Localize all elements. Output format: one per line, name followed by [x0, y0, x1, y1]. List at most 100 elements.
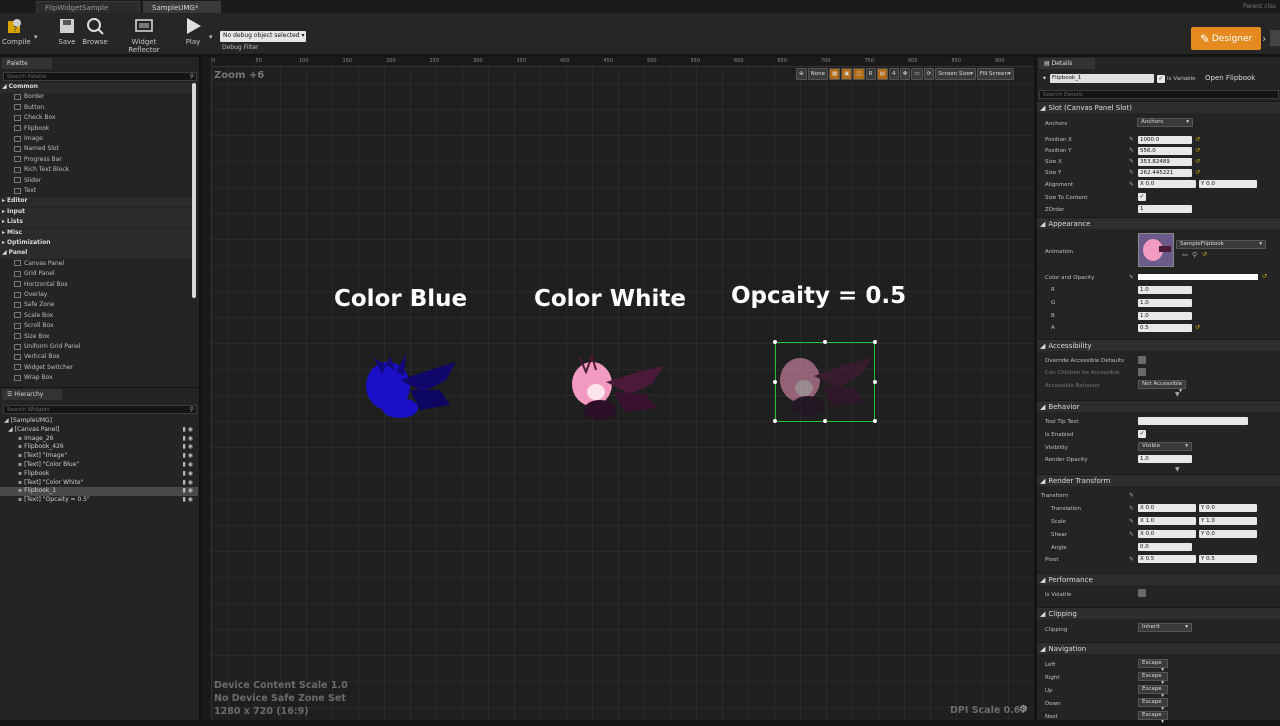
browse-icon[interactable]: ⚲	[1192, 251, 1197, 259]
hierarchy-item[interactable]: ◢ [Canvas Panel] ▮◉	[0, 426, 198, 435]
respect-locks-button[interactable]: R	[865, 68, 876, 80]
is-variable-checkbox[interactable]: ✓	[1157, 75, 1165, 83]
text-color-white[interactable]: Color White	[534, 286, 686, 312]
palette-search-input[interactable]: Search Palette ⚲	[3, 72, 197, 81]
hierarchy-item[interactable]: ▪ Image_26 ▮◉	[0, 435, 198, 444]
resize-handle[interactable]	[773, 419, 777, 423]
lock-eye-icons[interactable]: ▮◉	[182, 470, 195, 477]
pin-icon[interactable]: ✎	[1129, 181, 1134, 188]
visibility-dropdown[interactable]: Visible ▾	[1138, 442, 1192, 451]
lock-eye-icons[interactable]: ▮◉	[182, 435, 195, 442]
tooltip-field[interactable]	[1138, 417, 1248, 425]
browse-button[interactable]: Browse	[82, 15, 108, 46]
palette-item-horizontal-box[interactable]: Horizontal Box	[0, 281, 195, 291]
reset-icon[interactable]: ↺	[1195, 158, 1200, 165]
pin-icon[interactable]: ✎	[1129, 158, 1134, 165]
grid-size-button[interactable]: 4	[888, 68, 899, 80]
gear-icon[interactable]: ⚙	[1019, 704, 1028, 715]
lock-eye-icons[interactable]: ▮◉	[182, 461, 195, 468]
hierarchy-item[interactable]: ▪ Flipbook_426 ▮◉	[0, 443, 198, 452]
debug-object-dropdown[interactable]: No debug object selected ▾	[220, 31, 306, 42]
selection-box[interactable]	[773, 340, 877, 423]
resize-handle[interactable]	[773, 380, 777, 384]
is-volatile-checkbox[interactable]	[1138, 589, 1146, 597]
section-slot[interactable]: ◢ Slot (Canvas Panel Slot)	[1037, 101, 1280, 113]
children-accessible-checkbox[interactable]	[1138, 368, 1146, 376]
section-behavior[interactable]: ◢ Behavior	[1037, 400, 1280, 412]
alignment-y-field[interactable]: Y 0.0	[1199, 180, 1257, 188]
expand-more-icon[interactable]: ▼	[1175, 391, 1180, 398]
arrow-left-icon[interactable]: ⇦	[1182, 251, 1188, 259]
size-to-content-checkbox[interactable]: ✓	[1138, 193, 1146, 201]
tab-sampleumg[interactable]: SampleUMG*	[143, 1, 221, 13]
palette-item-check-box[interactable]: Check Box	[0, 114, 195, 124]
reset-icon[interactable]: ↺	[1195, 136, 1200, 143]
override-accessible-checkbox[interactable]	[1138, 356, 1146, 364]
hierarchy-search-input[interactable]: Search Widgets ⚲	[3, 405, 197, 414]
field-b[interactable]: 1.0	[1138, 312, 1192, 320]
field-size_x[interactable]: 353.82489	[1138, 158, 1192, 166]
hierarchy-item[interactable]: ◢ [SampleUMG]	[0, 417, 198, 426]
lock-eye-icons[interactable]: ▮◉	[182, 452, 195, 459]
lock-icon[interactable]: ▣	[841, 68, 853, 80]
reset-icon[interactable]: ↺	[1195, 169, 1200, 176]
alignment-x-field[interactable]: X 0.0	[1138, 180, 1196, 188]
reset-icon[interactable]: ↺	[1202, 251, 1207, 258]
palette-item-rich-text-block[interactable]: Rich Text Block	[0, 166, 195, 176]
hierarchy-item[interactable]: ▪ Flipbook_1 ▮◉	[0, 487, 198, 497]
palette-item-widget-switcher[interactable]: Widget Switcher	[0, 364, 195, 374]
section-navigation[interactable]: ◢ Navigation	[1037, 642, 1280, 654]
zoom-to-fit-icon[interactable]: ✥	[899, 68, 911, 80]
pin-icon[interactable]: ✎	[1129, 274, 1134, 281]
is-enabled-checkbox[interactable]: ✓	[1138, 430, 1146, 438]
fill-screen-dropdown[interactable]: Fill Screen ▾	[976, 68, 1014, 80]
clipping-dropdown[interactable]: Inherit ▾	[1138, 623, 1192, 632]
resize-handle[interactable]	[873, 380, 877, 384]
widget-name-input[interactable]: Flipbook_1	[1050, 74, 1154, 83]
pin-icon[interactable]: ✎	[1129, 492, 1134, 499]
palette-tab[interactable]: Palette	[2, 58, 52, 69]
pin-icon[interactable]: ✎	[1129, 531, 1134, 538]
reset-icon[interactable]: ↺	[1262, 273, 1267, 280]
palette-item-overlay[interactable]: Overlay	[0, 291, 195, 301]
angle-field[interactable]: 0.0	[1138, 543, 1192, 551]
pin-icon[interactable]: ✎	[1129, 505, 1134, 512]
nav-left-dropdown[interactable]: Escape ▾	[1138, 659, 1168, 673]
text-opacity[interactable]: Opcaity = 0.5	[731, 283, 906, 309]
nav-up-dropdown[interactable]: Escape ▾	[1138, 685, 1168, 699]
palette-item-image[interactable]: Image	[0, 135, 195, 145]
field-pos_y[interactable]: 556.0	[1138, 147, 1192, 155]
palette-item-button[interactable]: Button	[0, 104, 195, 114]
resize-handle[interactable]	[873, 340, 877, 344]
palette-category-optimization[interactable]: ▸ Optimization	[0, 239, 195, 249]
expand-more-icon[interactable]: ▼	[1175, 466, 1180, 473]
field-size_y[interactable]: 262.445221	[1138, 169, 1192, 177]
section-render-transform[interactable]: ◢ Render Transform	[1037, 474, 1280, 486]
hierarchy-item[interactable]: ▪ [Text] "Image" ▮◉	[0, 452, 198, 461]
shear-y-field[interactable]: Y 0.0	[1199, 530, 1257, 538]
palette-category-panel[interactable]: ◢ Panel	[0, 249, 195, 260]
widget-reflector-button[interactable]: Widget Reflector	[118, 15, 170, 54]
lock-eye-icons[interactable]: ▮◉	[182, 496, 195, 503]
pivot-y-field[interactable]: Y 0.5	[1199, 555, 1257, 563]
field-pos_x[interactable]: 1000.0	[1138, 136, 1192, 144]
lock-eye-icons[interactable]: ▮◉	[182, 443, 195, 450]
shear-x-field[interactable]: X 0.0	[1138, 530, 1196, 538]
flipbook-white[interactable]	[566, 352, 670, 428]
palette-scrollbar[interactable]	[192, 83, 196, 298]
translation-x-field[interactable]: X 0.0	[1138, 504, 1196, 512]
section-appearance[interactable]: ◢ Appearance	[1037, 217, 1280, 229]
designer-mode-button[interactable]: ✎ Designer	[1191, 27, 1261, 50]
compile-button[interactable]: ? Compile	[2, 15, 31, 46]
field-a[interactable]: 0.5	[1138, 324, 1192, 332]
nav-next-dropdown[interactable]: Escape ▾	[1138, 711, 1168, 725]
palette-item-safe-zone[interactable]: Safe Zone	[0, 301, 195, 311]
details-tab[interactable]: ▤ Details	[1039, 58, 1095, 69]
palette-category-input[interactable]: ▸ Input	[0, 207, 195, 218]
palette-item-border[interactable]: Border	[0, 93, 195, 103]
resize-handle[interactable]	[823, 340, 827, 344]
palette-item-scale-box[interactable]: Scale Box	[0, 312, 195, 322]
animation-asset-dropdown[interactable]: SampleFlipbook ▾	[1176, 240, 1266, 249]
field-r[interactable]: 1.0	[1138, 286, 1192, 294]
text-color-blue[interactable]: Color Blue	[334, 286, 467, 312]
